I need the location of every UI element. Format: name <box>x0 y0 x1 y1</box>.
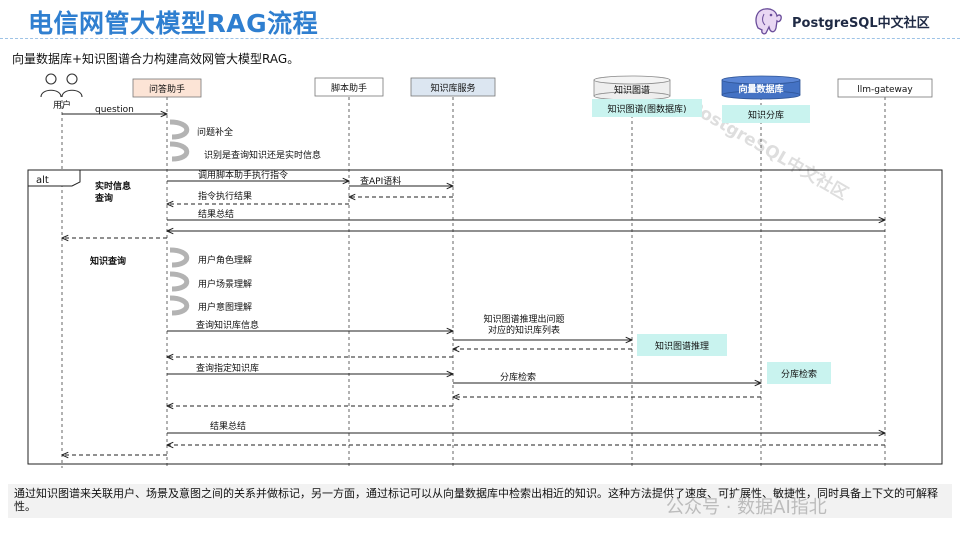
msg-complete: 问题补全 <box>197 126 233 138</box>
msg-query-kb-info: 查询知识库信息 <box>196 319 259 331</box>
msg-exec-result: 指令执行结果 <box>198 190 252 202</box>
participant-qa: 问答助手 <box>149 83 185 95</box>
note-kg-reason-label: 知识图谱推理 <box>655 340 709 352</box>
note-kg-db-label: 知识图谱(图数据库) <box>607 103 686 115</box>
msg-call-script: 调用脚本助手执行指令 <box>198 169 288 181</box>
msg-kg-infer-line1: 知识图谱推理出问题 <box>483 313 564 325</box>
msg-query-api: 查API语料 <box>360 175 401 187</box>
msg-identify: 识别是查询知识还是实时信息 <box>204 149 321 161</box>
participant-user: 用户 <box>53 99 71 111</box>
alt-section-realtime-line2: 查询 <box>94 192 113 204</box>
msg-scene: 用户场景理解 <box>198 278 252 290</box>
msg-query-kb: 查询指定知识库 <box>196 362 259 374</box>
user-actor-icon <box>40 73 83 98</box>
note-vdb-shard-label: 知识分库 <box>748 109 784 121</box>
participant-script: 脚本助手 <box>331 82 367 94</box>
msg-kg-infer: 知识图谱推理出问题对应的知识库列表 <box>483 313 564 336</box>
msg-kg-infer-line2: 对应的知识库列表 <box>488 324 560 336</box>
msg-question: question <box>95 105 134 115</box>
alt-section-realtime-line1: 实时信息 <box>95 180 131 192</box>
participant-kb: 知识库服务 <box>430 82 475 94</box>
participant-vdb: 向量数据库 <box>738 83 783 95</box>
alt-section-knowledge: 知识查询 <box>89 255 126 267</box>
note-shard-search-label: 分库检索 <box>781 368 817 380</box>
sequence-diagram: PostgreSQL中文社区 用户 问答助手 脚本助手 知识库服务 知识图谱 向… <box>27 73 943 468</box>
self-loop-icons <box>169 119 190 316</box>
msg-summary1: 结果总结 <box>198 208 234 220</box>
alt-section-realtime: 实时信息查询 <box>94 180 131 204</box>
msg-shard-retrieval: 分库检索 <box>500 371 536 383</box>
msg-intent: 用户意图理解 <box>198 301 252 313</box>
msg-summary2: 结果总结 <box>210 420 246 432</box>
participant-kg: 知识图谱 <box>614 84 650 96</box>
footer-watermark: 公众号 · 数据AI指北 <box>666 497 827 518</box>
alt-label: alt <box>36 175 49 186</box>
msg-role: 用户角色理解 <box>198 254 252 266</box>
participant-llm: llm-gateway <box>857 85 913 95</box>
